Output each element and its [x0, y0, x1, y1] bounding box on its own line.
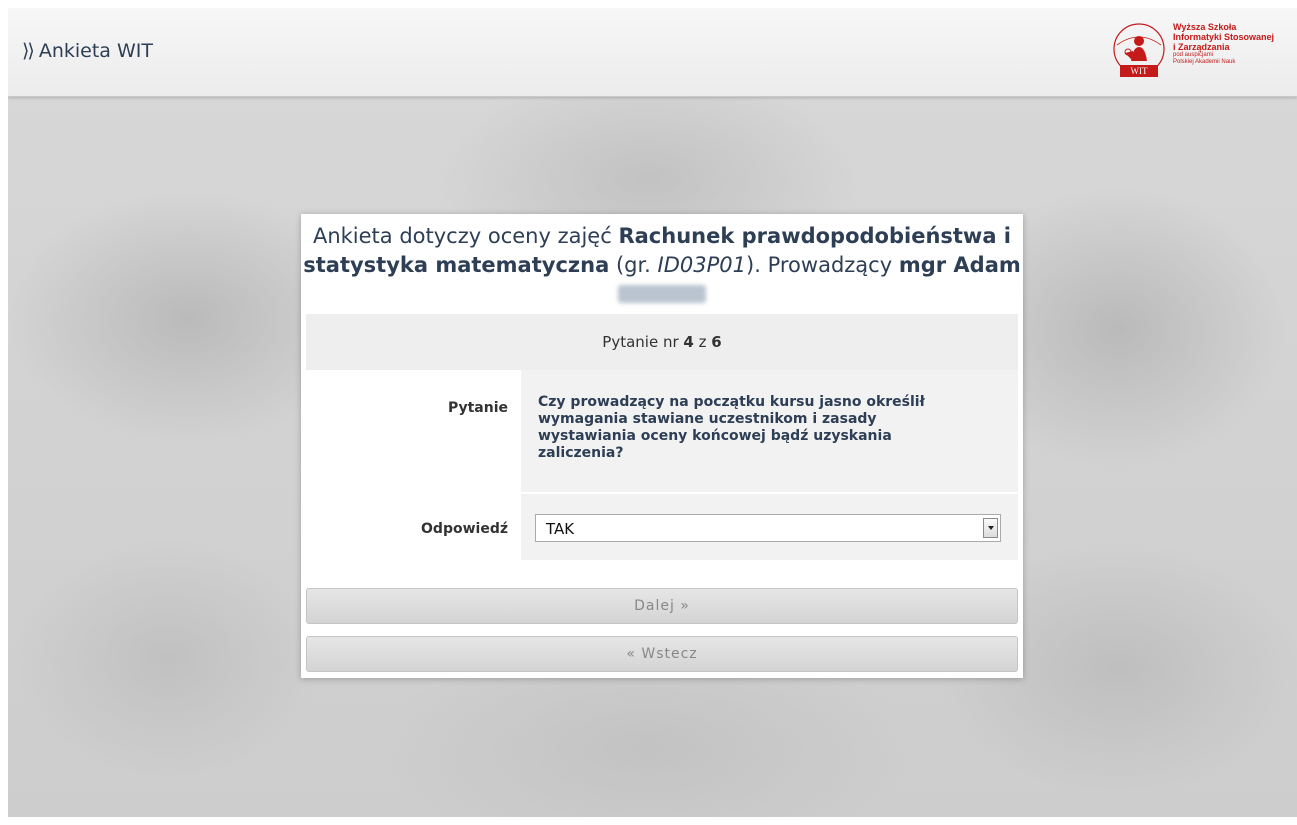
redacted-surname	[618, 285, 706, 303]
logo-line-3: i Zarządzania	[1173, 42, 1230, 52]
progress-label: Pytanie nr	[602, 333, 679, 351]
survey-intro: Ankieta dotyczy oceny zajęć	[312, 224, 612, 248]
group-suffix: ).	[746, 253, 761, 277]
question-label: Pytanie	[447, 400, 508, 416]
question-cell: Czy prowadzący na początku kursu jasno o…	[521, 370, 1018, 492]
logo-line-5: Polskiej Akademii Nauk	[1173, 59, 1236, 65]
page-frame: ⟩⟩ Ankieta WIT WIT Wyższa Szkoła Informat…	[8, 8, 1297, 817]
answer-cell: TAK	[521, 494, 1018, 560]
answer-select[interactable]: TAK	[535, 514, 1001, 542]
wit-logo: WIT Wyższa Szkoła Informatyki Stosowanej…	[1111, 21, 1291, 85]
dropdown-arrow-icon[interactable]	[983, 518, 998, 538]
progress-separator: z	[698, 333, 707, 351]
lecturer-name: mgr Adam	[898, 253, 1021, 277]
answer-select-value: TAK	[546, 520, 575, 538]
logo-line-2: Informatyki Stosowanej	[1173, 32, 1275, 42]
survey-header: Ankieta dotyczy oceny zajęć Rachunek pra…	[301, 222, 1023, 309]
question-text: Czy prowadzący na początku kursu jasno o…	[538, 394, 925, 461]
wit-emblem-icon: WIT	[1113, 23, 1165, 77]
progress-current: 4	[683, 333, 694, 351]
question-progress: Pytanie nr 4 z 6	[306, 314, 1018, 370]
logo-line-1: Wyższa Szkoła	[1173, 22, 1237, 32]
progress-total: 6	[711, 333, 722, 351]
answer-label: Odpowiedź	[421, 521, 508, 537]
double-chevron-icon: ⟩⟩	[22, 40, 35, 62]
next-button[interactable]: Dalej »	[306, 588, 1018, 624]
logo-line-4: pod auspicjami	[1173, 52, 1214, 58]
top-navbar: ⟩⟩ Ankieta WIT WIT Wyższa Szkoła Informat…	[8, 8, 1297, 97]
brand-link[interactable]: ⟩⟩ Ankieta WIT	[22, 40, 153, 62]
group-code: ID03P01	[657, 253, 747, 277]
emblem-text: WIT	[1131, 66, 1148, 76]
back-button[interactable]: « Wstecz	[306, 636, 1018, 672]
survey-card: Ankieta dotyczy oceny zajęć Rachunek pra…	[301, 214, 1023, 678]
brand-title: Ankieta WIT	[38, 40, 153, 62]
lecturer-prefix: Prowadzący	[767, 253, 893, 277]
group-prefix: (gr.	[615, 253, 651, 277]
logo-text: Wyższa Szkoła Informatyki Stosowanej i Z…	[1173, 22, 1274, 66]
